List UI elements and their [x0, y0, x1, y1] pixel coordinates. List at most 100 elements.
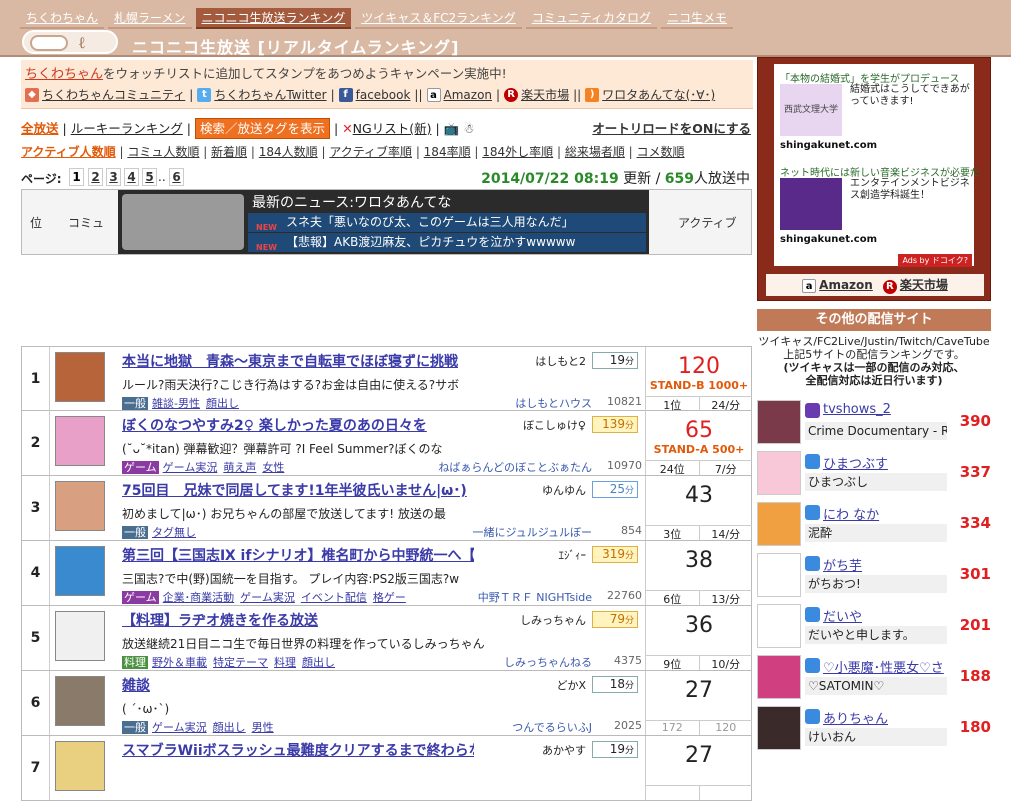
broadcaster-thumbnail[interactable] [55, 481, 105, 531]
broadcast-title[interactable]: ぼくのなつやすみ2♀ 楽しかった夏のあの日々を [122, 415, 474, 435]
tab-nicolive-memo[interactable]: ニコ生メモ [661, 8, 734, 29]
tag-link[interactable]: 企業･商業活動 [163, 591, 235, 604]
tag-link[interactable]: 野外＆車載 [152, 656, 207, 669]
tv-icon[interactable]: 📺 [444, 121, 460, 136]
broadcast-title[interactable]: 本当に地獄 青森〜東京まで自転車でほぼ寝ずに挑戦 [122, 351, 474, 371]
tag-link[interactable]: 女性 [262, 461, 284, 474]
community-name[interactable]: つんでるらいふJ [372, 719, 592, 735]
category-badge[interactable]: 一般 [122, 397, 148, 410]
ads-by-label[interactable]: Ads by ドコイク? [898, 254, 972, 267]
news-item[interactable]: NEW 【悲報】AKB渡辺麻友、ピカチュウを泣かすwwwww [248, 233, 646, 252]
page-1[interactable]: 1 [69, 168, 84, 186]
twitter-link[interactable]: ちくわちゃんTwitter [214, 86, 326, 103]
page-3[interactable]: 3 [106, 168, 121, 186]
rakuten-link[interactable]: 楽天市場 [521, 86, 569, 103]
tag-link[interactable]: 特定テーマ [213, 656, 268, 669]
news-item[interactable]: NEW スネ夫「悪いなのび太、このゲームは三人用なんだ」 [248, 213, 646, 232]
stream-name[interactable]: tvshows_2 [823, 402, 949, 417]
broadcast-title[interactable]: 【料理】ラヂオ焼きを作る放送 [122, 610, 474, 630]
broadcaster-thumbnail[interactable] [55, 416, 105, 466]
sort-community[interactable]: コミュ人数順 [127, 145, 199, 159]
community-name[interactable]: 中野ＴＲＦ NIGHTside [372, 589, 592, 605]
category-badge[interactable]: 料理 [122, 656, 148, 669]
active-count-cell: 43 3位 14/分 [645, 476, 752, 541]
campaign-link[interactable]: ちくわちゃん [25, 67, 103, 82]
stream-name[interactable]: ありちゃん [823, 708, 949, 727]
page-5[interactable]: 5 [142, 168, 157, 186]
stream-thumbnail[interactable] [757, 604, 801, 648]
show-tags-button[interactable]: 検索／放送タグを表示 [195, 118, 331, 139]
stream-thumbnail[interactable] [757, 655, 801, 699]
stream-thumbnail[interactable] [757, 502, 801, 546]
sort-active[interactable]: アクティブ人数順 [21, 145, 116, 159]
page-6[interactable]: 6 [169, 168, 184, 186]
rookie-ranking-link[interactable]: ルーキーランキング [71, 121, 183, 136]
category-badge[interactable]: ゲーム [122, 461, 159, 474]
sort-visitors[interactable]: 総来場者順 [565, 145, 625, 159]
stream-thumbnail[interactable] [757, 451, 801, 495]
tab-community-catalog[interactable]: コミュニティカタログ [525, 8, 658, 29]
sort-184-rate[interactable]: 184率順 [424, 145, 471, 159]
broadcaster-thumbnail[interactable] [55, 352, 105, 402]
stream-name[interactable]: がち芋 [823, 555, 949, 574]
tag-link[interactable]: ゲーム実況 [240, 591, 295, 604]
tag-link[interactable]: 雑談-男性 [152, 397, 200, 410]
tag-link[interactable]: 顔出し [302, 656, 335, 669]
page-2[interactable]: 2 [88, 168, 103, 186]
ad-item[interactable]: 「本物の結婚式」を学生がプロデュース 西武文理大学 結婚式はこうしてできあがって… [780, 70, 970, 156]
tag-link[interactable]: 萌え声 [223, 461, 256, 474]
ad-item[interactable]: ネット時代には新しい音楽ビジネスが必要だ エンタテインメントビジネス創造学科誕生… [780, 164, 980, 250]
category-badge[interactable]: 一般 [122, 721, 148, 734]
sort-comments[interactable]: コメ数順 [637, 145, 685, 159]
community-name[interactable]: 一緒にジュルジュルぼー [372, 524, 592, 540]
community-name[interactable]: ねばぁらんどのぼことぶぁたん [372, 459, 592, 475]
stream-thumbnail[interactable] [757, 400, 801, 444]
sort-184[interactable]: 184人数順 [259, 145, 318, 159]
broadcaster-thumbnail[interactable] [55, 611, 105, 661]
tag-link[interactable]: イベント配信 [301, 591, 367, 604]
facebook-link[interactable]: facebook [356, 88, 411, 102]
ng-list-link[interactable]: NGリスト(新) [353, 121, 432, 136]
category-badge[interactable]: 一般 [122, 526, 148, 539]
warota-antenna-link[interactable]: ワロタあんてな(･∀･) [602, 86, 715, 103]
broadcaster-thumbnail[interactable] [55, 676, 105, 726]
all-broadcasts-link[interactable]: 全放送 [21, 121, 59, 136]
amazon-link[interactable]: Amazon [819, 278, 873, 292]
auto-reload-toggle[interactable]: オートリロードをONにする [592, 118, 751, 137]
tag-link[interactable]: 料理 [274, 656, 296, 669]
tab-nicolive-ranking[interactable]: ニコニコ生放送ランキング [195, 8, 352, 29]
stream-thumbnail[interactable] [757, 553, 801, 597]
tab-chikuwa[interactable]: ちくわちゃん [20, 8, 105, 29]
sort-active-rate[interactable]: アクティブ率順 [329, 145, 412, 159]
tab-twitcas-fc2[interactable]: ツイキャス＆FC2ランキング [355, 8, 522, 29]
site-logo[interactable]: ℓ [22, 30, 118, 54]
stream-name[interactable]: にわ なか [823, 504, 949, 523]
broadcast-title[interactable]: スマブラWiiボスラッシュ最難度クリアするまで終わらない [122, 740, 474, 760]
broadcaster-thumbnail[interactable] [55, 546, 105, 596]
broadcaster-thumbnail[interactable] [55, 741, 105, 791]
category-badge[interactable]: ゲーム [122, 591, 159, 604]
community-name[interactable]: はしもとハウス [372, 395, 592, 411]
robot-icon[interactable]: ☃ [463, 121, 474, 136]
stream-name[interactable]: ♡小悪魔･性悪女♡さ [823, 657, 949, 676]
broadcast-title[interactable]: 75回目 兄妹で同居してます!1年半彼氏いません|ω･) [122, 480, 474, 500]
community-name[interactable]: しみっちゃんねる [372, 654, 592, 670]
broadcast-title[interactable]: 雑談 [122, 675, 474, 695]
tag-link[interactable]: 顔出し [206, 397, 239, 410]
tag-link[interactable]: ゲーム実況 [152, 721, 207, 734]
tab-sapporo-ramen[interactable]: 札幌ラーメン [108, 8, 192, 29]
sort-non184-rate[interactable]: 184外し率順 [482, 145, 553, 159]
amazon-link[interactable]: Amazon [444, 88, 493, 102]
community-link[interactable]: ちくわちゃんコミュニティ [42, 86, 185, 103]
stream-name[interactable]: だいや [823, 606, 949, 625]
page-4[interactable]: 4 [124, 168, 139, 186]
sort-new[interactable]: 新着順 [211, 145, 247, 159]
stream-thumbnail[interactable] [757, 706, 801, 750]
stream-name[interactable]: ひまつぶす [823, 453, 949, 472]
tag-link[interactable]: タグ無し [152, 526, 196, 539]
tag-link[interactable]: 男性 [252, 721, 274, 734]
tag-link[interactable]: 顔出し [213, 721, 246, 734]
broadcast-title[interactable]: 第三回【三国志Ⅸ ifシナリオ】椎名町から中野統一へ【と [122, 545, 474, 565]
rakuten-link[interactable]: 楽天市場 [900, 278, 948, 292]
tag-link[interactable]: ゲーム実況 [163, 461, 218, 474]
